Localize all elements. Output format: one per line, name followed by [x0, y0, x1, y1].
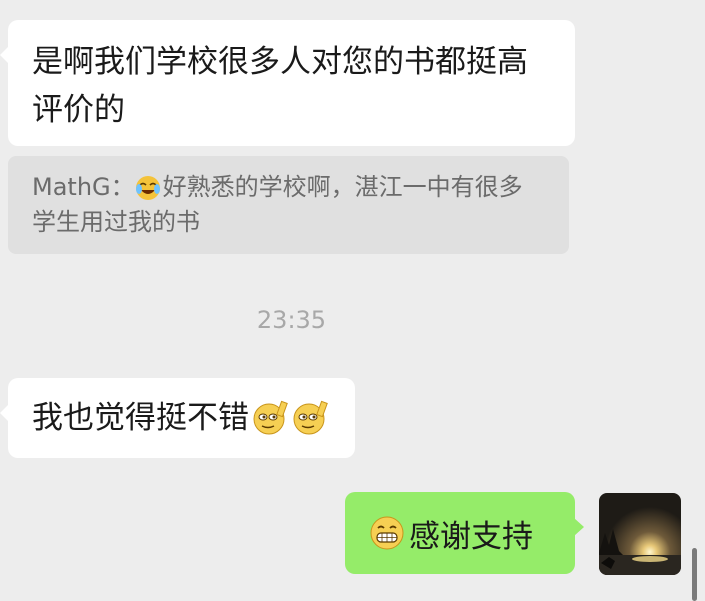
user-avatar[interactable]: [599, 493, 681, 575]
timestamp: 23:35: [256, 306, 327, 334]
clever-emoji-icon: [251, 398, 291, 438]
message-text: 我也觉得挺不错: [32, 400, 249, 436]
clever-emoji-icon: [291, 398, 331, 438]
grin-emoji-icon: [369, 515, 405, 551]
scrollbar[interactable]: [692, 548, 697, 601]
quoted-message[interactable]: MathG： 好熟悉的学校啊，湛江一中有很多学生用过我的书: [8, 156, 569, 254]
incoming-message-bubble[interactable]: 是啊我们学校很多人对您的书都挺高评价的: [0, 20, 575, 146]
message-text: 是啊我们学校很多人对您的书都挺高评价的: [32, 44, 528, 128]
outgoing-message-bubble[interactable]: 感谢支持: [345, 492, 584, 574]
laugh-cry-emoji-icon: [135, 175, 161, 201]
incoming-message-bubble[interactable]: 我也觉得挺不错: [0, 378, 355, 458]
message-text: 感谢支持: [409, 518, 533, 555]
quote-sender: MathG：: [32, 173, 135, 201]
